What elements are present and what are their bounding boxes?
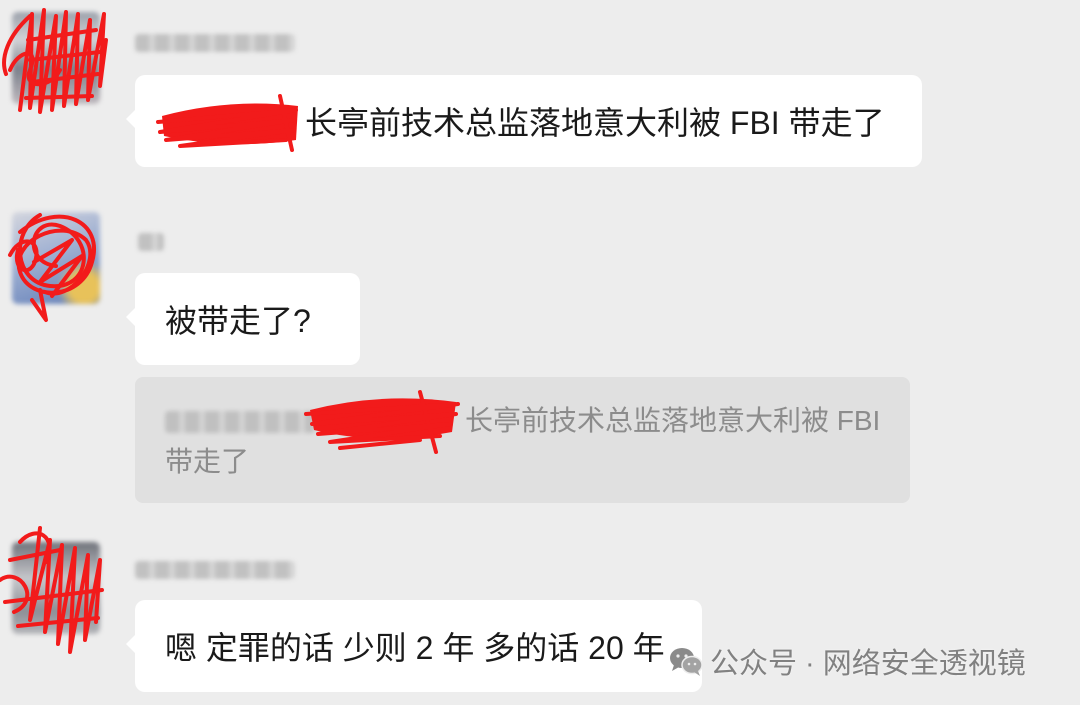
sender-name-redacted xyxy=(135,34,295,52)
message-bubble[interactable]: 长亭前技术总监落地意大利被 FBI 带走了 xyxy=(126,75,922,167)
watermark: 公众号 · 网络安全透视镜 xyxy=(668,640,1026,682)
avatar[interactable] xyxy=(12,12,100,104)
quoted-message[interactable]: 长亭前技术总监落地意大利被 FBI 带走了 xyxy=(135,377,910,503)
quoted-text-line: 长亭前技术总监落地意大利被 FBI xyxy=(465,405,881,436)
avatar[interactable] xyxy=(12,542,100,634)
message-bubble[interactable]: 嗯 定罪的话 少则 2 年 多的话 20 年 xyxy=(126,600,702,692)
sender-name-redacted xyxy=(135,561,295,579)
message-text: 长亭前技术总监落地意大利被 FBI 带走了 xyxy=(305,105,885,141)
avatar[interactable] xyxy=(12,212,100,304)
watermark-text: 公众号 · 网络安全透视镜 xyxy=(710,648,1026,680)
quoted-sender-redacted xyxy=(165,411,315,433)
sender-name-redacted xyxy=(138,233,164,251)
message-bubble[interactable]: 被带走了? xyxy=(126,273,360,365)
quoted-text-line: 带走了 xyxy=(165,446,250,477)
message-text: 被带走了? xyxy=(165,303,311,339)
wechat-icon xyxy=(670,648,703,676)
message-text: 嗯 定罪的话 少则 2 年 多的话 20 年 xyxy=(165,630,665,666)
redacted-text xyxy=(165,116,305,126)
